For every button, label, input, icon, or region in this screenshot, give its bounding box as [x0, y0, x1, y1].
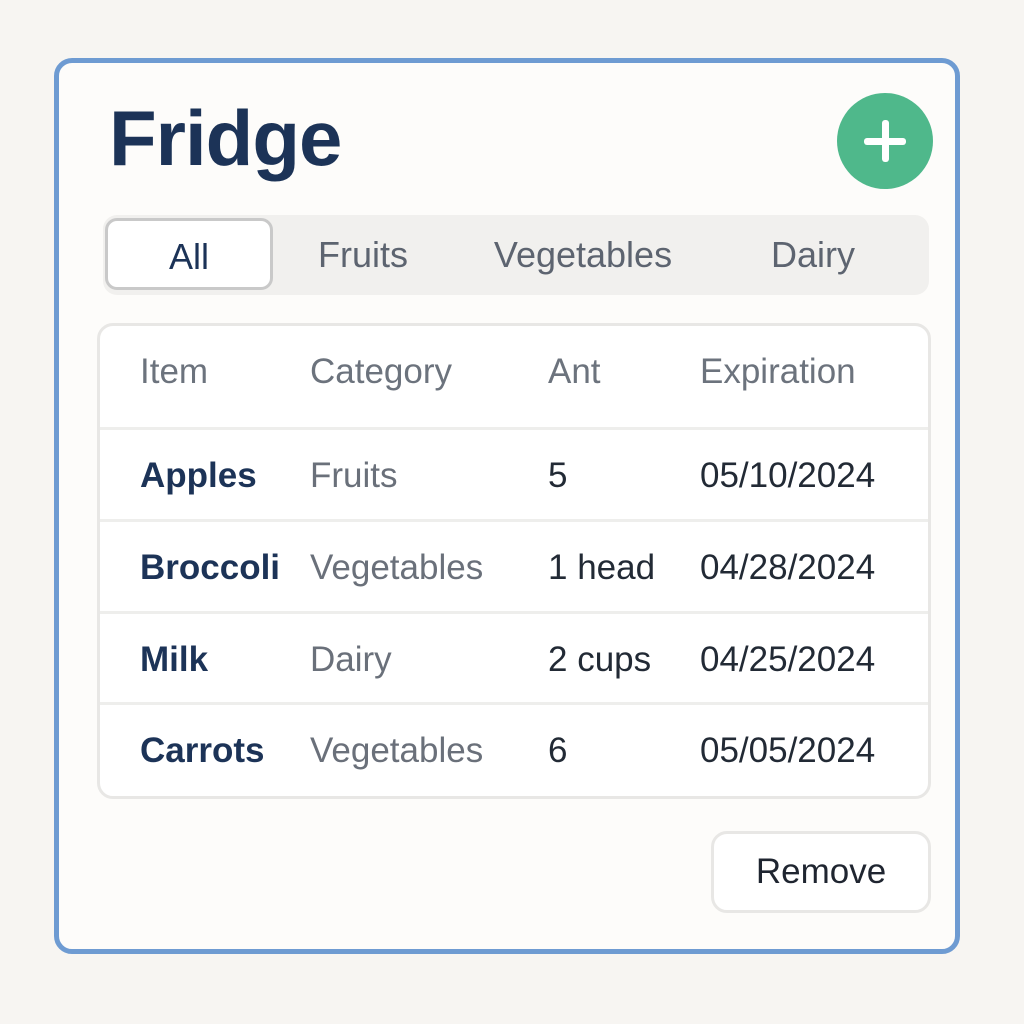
- column-header-category[interactable]: Category: [310, 326, 452, 418]
- column-header-expiration[interactable]: Expiration: [700, 326, 856, 418]
- item-name: Apples: [140, 456, 257, 495]
- item-name: Milk: [140, 640, 209, 679]
- column-header-item[interactable]: Item: [140, 326, 208, 418]
- page-title: Fridge: [109, 94, 342, 182]
- item-expiration: 04/28/2024: [700, 548, 876, 587]
- tab-fruits[interactable]: Fruits: [293, 215, 433, 295]
- table-row[interactable]: Apples Fruits 5 05/10/2024: [100, 427, 928, 519]
- item-name: Carrots: [140, 731, 265, 770]
- table-header: Item Category Ant Expiration: [100, 326, 928, 418]
- item-category: Fruits: [310, 456, 398, 495]
- tab-all[interactable]: All: [105, 218, 273, 290]
- fridge-panel: Fridge All Fruits Vegetables Dairy Item …: [54, 58, 960, 954]
- remove-button[interactable]: Remove: [711, 831, 931, 913]
- tab-dairy[interactable]: Dairy: [733, 215, 893, 295]
- item-name: Broccoli: [140, 548, 281, 587]
- item-expiration: 04/25/2024: [700, 640, 876, 679]
- table-row[interactable]: Broccoli Vegetables 1 head 04/28/2024: [100, 519, 928, 611]
- item-amount: 2 cups: [548, 640, 652, 679]
- table-row[interactable]: Milk Dairy 2 cups 04/25/2024: [100, 611, 928, 703]
- item-expiration: 05/10/2024: [700, 456, 876, 495]
- items-table: Item Category Ant Expiration Apples Frui…: [97, 323, 931, 799]
- table-row[interactable]: Carrots Vegetables 6 05/05/2024: [100, 702, 928, 794]
- item-category: Vegetables: [310, 548, 484, 587]
- tab-vegetables[interactable]: Vegetables: [473, 215, 693, 295]
- category-tabs: All Fruits Vegetables Dairy: [103, 215, 929, 295]
- column-header-amount[interactable]: Ant: [548, 326, 601, 418]
- item-category: Dairy: [310, 640, 392, 679]
- item-expiration: 05/05/2024: [700, 731, 876, 770]
- item-amount: 5: [548, 456, 568, 495]
- item-category: Vegetables: [310, 731, 484, 770]
- item-amount: 1 head: [548, 548, 656, 587]
- item-amount: 6: [548, 731, 568, 770]
- add-item-button[interactable]: [837, 93, 933, 189]
